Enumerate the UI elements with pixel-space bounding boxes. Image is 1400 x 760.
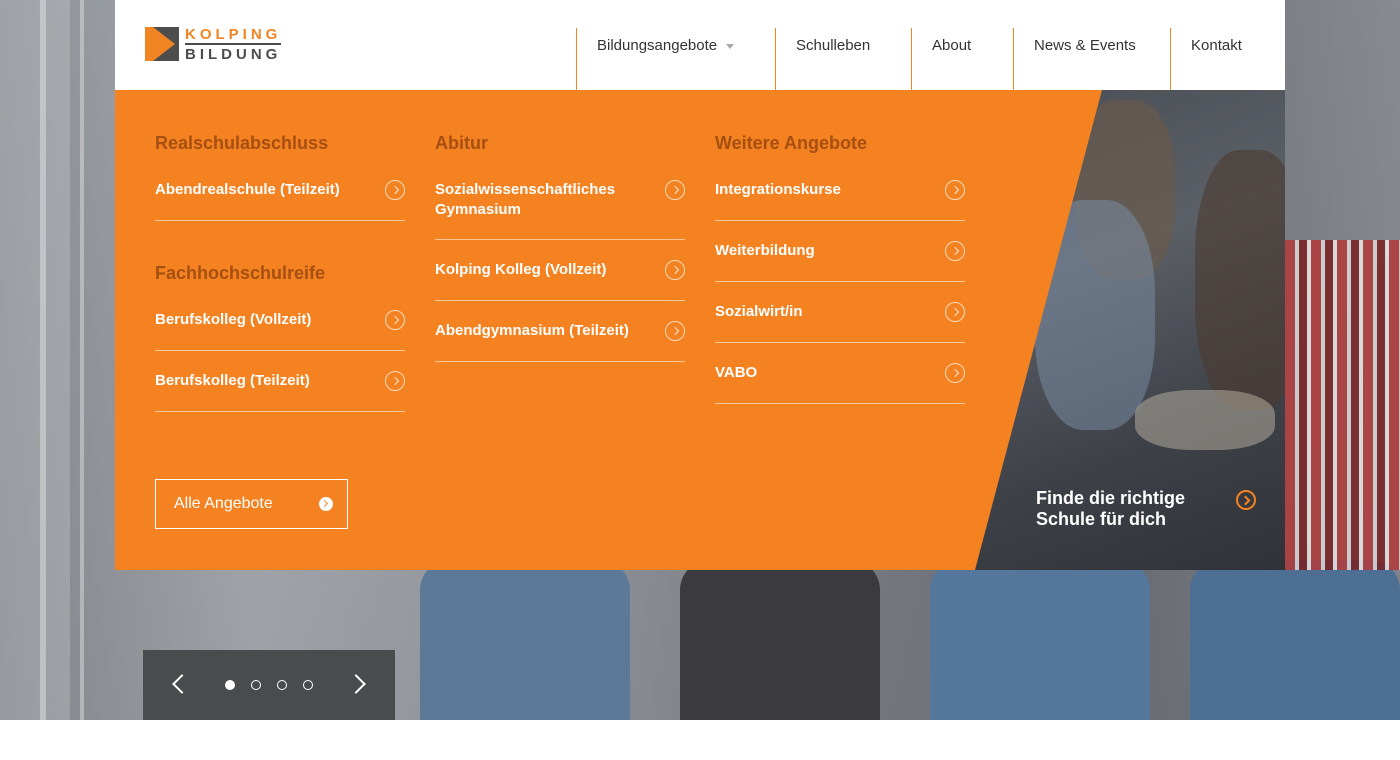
menu-link-label: Sozialwirt/in — [715, 303, 803, 320]
chevron-right-circle-icon — [1236, 490, 1256, 510]
chevron-right-circle-icon — [385, 180, 405, 200]
chevron-right-circle-icon — [665, 180, 685, 200]
menu-link-berufskolleg-teilzeit[interactable]: Berufskolleg (Teilzeit) — [155, 371, 405, 412]
menu-link-abendgymnasium[interactable]: Abendgymnasium (Teilzeit) — [435, 321, 685, 362]
nav-item-schulleben[interactable]: Schulleben — [775, 28, 911, 90]
all-offers-button[interactable]: Alle Angebote — [155, 479, 348, 529]
chevron-right-circle-icon — [385, 371, 405, 391]
nav-item-kontakt[interactable]: Kontakt — [1170, 28, 1285, 90]
nav-label: Bildungsangebote — [597, 37, 718, 54]
group-title-abitur: Abitur — [435, 133, 488, 153]
menu-link-vabo[interactable]: VABO — [715, 363, 965, 404]
nav-label: Schulleben — [796, 37, 871, 54]
site-header: KOLPING BILDUNG Bildungsangebote Schulle… — [115, 0, 1285, 90]
logo-text-top: KOLPING — [185, 25, 282, 45]
arrow-right-circle-icon — [319, 497, 333, 511]
chevron-right-circle-icon — [385, 310, 405, 330]
nav-item-bildungsangebote[interactable]: Bildungsangebote — [576, 28, 775, 90]
find-school-cta[interactable]: Finde die richtige Schule für dich — [1036, 488, 1256, 530]
chevron-right-circle-icon — [945, 241, 965, 261]
hero-slider-controls — [143, 650, 395, 720]
group-title-realschulabschluss: Realschulabschluss — [155, 133, 329, 153]
slider-dot[interactable] — [303, 680, 313, 690]
menu-link-label: Berufskolleg (Vollzeit) — [155, 311, 312, 328]
menu-link-label: Weiterbildung — [715, 242, 815, 259]
kolping-logo[interactable]: KOLPING BILDUNG — [145, 26, 297, 62]
chevron-right-circle-icon — [665, 321, 685, 341]
chevron-right-icon[interactable] — [346, 674, 366, 694]
slider-dot[interactable] — [277, 680, 287, 690]
menu-link-label: Berufskolleg (Teilzeit) — [155, 372, 310, 389]
mega-menu: Realschulabschluss Abendrealschule (Teil… — [115, 90, 1285, 570]
chevron-left-icon[interactable] — [172, 674, 192, 694]
menu-link-abendrealschule[interactable]: Abendrealschule (Teilzeit) — [155, 180, 405, 221]
all-offers-label: Alle Angebote — [174, 495, 273, 512]
chevron-down-icon — [726, 43, 735, 49]
chevron-right-circle-icon — [945, 302, 965, 322]
slider-pagination — [225, 680, 313, 690]
menu-link-weiterbildung[interactable]: Weiterbildung — [715, 241, 965, 282]
slider-dot[interactable] — [251, 680, 261, 690]
nav-label: About — [932, 37, 972, 54]
group-title-fachhochschulreife: Fachhochschulreife — [155, 263, 326, 283]
chevron-right-circle-icon — [665, 260, 685, 280]
nav-label: Kontakt — [1191, 37, 1242, 54]
menu-link-label: Abendrealschule (Teilzeit) — [155, 181, 340, 198]
logo-mark-icon — [145, 27, 179, 61]
chevron-right-circle-icon — [945, 180, 965, 200]
nav-item-news-events[interactable]: News & Events — [1013, 28, 1170, 90]
nav-label: News & Events — [1034, 37, 1136, 54]
menu-link-sozialwissenschaftliches-gymnasium[interactable]: Sozialwissenschaftliches Gymnasium — [435, 180, 685, 240]
menu-link-berufskolleg-vollzeit[interactable]: Berufskolleg (Vollzeit) — [155, 310, 405, 351]
menu-link-label: VABO — [715, 364, 758, 381]
menu-link-kolping-kolleg[interactable]: Kolping Kolleg (Vollzeit) — [435, 260, 685, 301]
chevron-right-circle-icon — [945, 363, 965, 383]
menu-link-label: Sozialwissenschaftliches Gymnasium — [435, 181, 616, 218]
group-title-weitere-angebote: Weitere Angebote — [715, 133, 868, 153]
menu-link-label: Integrationskurse — [715, 181, 841, 198]
menu-link-label: Kolping Kolleg (Vollzeit) — [435, 261, 607, 278]
menu-link-integrationskurse[interactable]: Integrationskurse — [715, 180, 965, 221]
slider-dot[interactable] — [225, 680, 235, 690]
menu-link-sozialwirt[interactable]: Sozialwirt/in — [715, 302, 965, 343]
cta-label: Finde die richtige Schule für dich — [1036, 488, 1186, 529]
menu-link-label: Abendgymnasium (Teilzeit) — [435, 322, 629, 339]
logo-text-bottom: BILDUNG — [185, 45, 282, 63]
nav-item-about[interactable]: About — [911, 28, 1013, 90]
